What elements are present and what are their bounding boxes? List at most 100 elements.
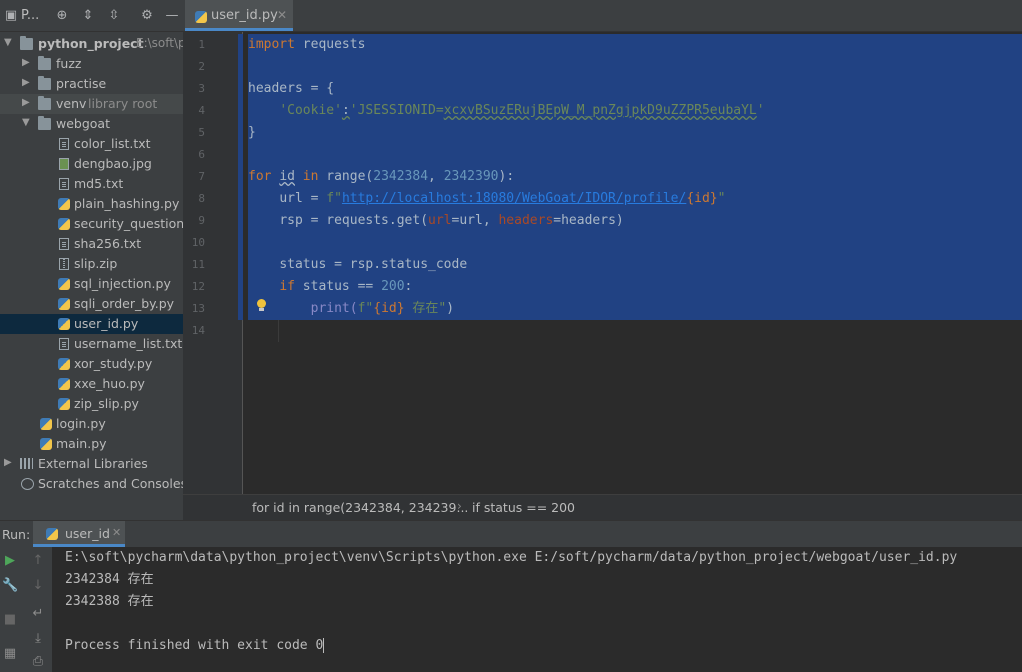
chevron-down-icon[interactable]: ▼ (4, 37, 14, 49)
scroll-up-icon[interactable]: ↑ (30, 553, 46, 569)
url-link[interactable]: http://localhost:18080/WebGoat/IDOR/prof… (342, 191, 686, 206)
tree-item-label: md5.txt (74, 176, 124, 191)
tree-item-label: user_id.py (74, 316, 139, 331)
project-view-icon[interactable]: ▣ (4, 9, 18, 23)
code-line: } (248, 125, 256, 140)
project-tree: ▼ python_project E:\soft\p ▶ fuzz ▶ prac… (0, 32, 183, 520)
tab-user-id-py[interactable]: user_id.py ✕ (185, 0, 293, 31)
param-name: headers (498, 213, 554, 228)
chevron-right-icon[interactable]: ▶ (22, 57, 32, 69)
tree-item-practise[interactable]: ▶ practise (0, 74, 183, 94)
folder-icon (38, 76, 51, 90)
text-file-icon (59, 338, 69, 350)
builtin-call: print( (310, 301, 358, 316)
soft-wrap-icon[interactable]: ↵ (30, 606, 46, 622)
tree-item-file[interactable]: dengbao.jpg (0, 154, 183, 174)
code-text: : (404, 279, 413, 294)
library-icon (20, 458, 33, 469)
code-line: headers = { (248, 81, 335, 96)
chevron-down-icon[interactable]: ▼ (22, 117, 32, 129)
tree-item-scratches[interactable]: Scratches and Consoles (0, 474, 183, 494)
folder-icon (20, 36, 33, 50)
stop-icon[interactable]: ■ (2, 612, 18, 628)
console-line: 2342384 存在 (65, 572, 154, 587)
line-number: 13 (191, 302, 205, 315)
run-console[interactable]: E:\soft\pycharm\data\python_project\venv… (52, 547, 1022, 672)
tree-item-file[interactable]: username_list.txt (0, 334, 183, 354)
tree-item-file[interactable]: sqli_order_by.py (0, 294, 183, 314)
expand-all-icon[interactable]: ⇕ (81, 9, 95, 23)
keyword: if (279, 279, 295, 294)
tree-item-file[interactable]: login.py (0, 414, 183, 434)
code-editor[interactable]: import requests headers = { 'Cookie':'JS… (243, 32, 1022, 494)
tree-item-venv[interactable]: ▶ venv library root (0, 94, 183, 114)
tree-item-file[interactable]: plain_hashing.py (0, 194, 183, 214)
python-file-icon (58, 398, 70, 410)
breadcrumb-item-if[interactable]: if status == 200 (472, 500, 575, 515)
scroll-down-icon[interactable]: ↓ (30, 578, 46, 594)
tree-item-file[interactable]: zip_slip.py (0, 394, 183, 414)
string-literal: " (717, 191, 726, 206)
tree-item-label: External Libraries (38, 456, 148, 471)
tree-item-label: practise (56, 76, 107, 91)
run-tab-label: user_id (65, 526, 110, 541)
tree-item-label: login.py (56, 416, 106, 431)
tree-item-webgoat[interactable]: ▼ webgoat (0, 114, 183, 134)
folder-icon (38, 56, 51, 70)
image-file-icon (59, 158, 69, 170)
print-icon[interactable]: ⎙ (30, 654, 46, 670)
code-line: url = f"http://localhost:18080/WebGoat/I… (248, 188, 725, 210)
hide-panel-icon[interactable]: — (165, 9, 179, 23)
line-number: 9 (198, 214, 205, 227)
python-file-icon (58, 278, 70, 290)
tree-item-file[interactable]: color_list.txt (0, 134, 183, 154)
tree-item-label: dengbao.jpg (74, 156, 152, 171)
code-line: 'Cookie':'JSESSIONID=xcxvBSuzERujBEpW_M_… (248, 100, 764, 122)
scroll-to-end-icon[interactable]: ⤓ (30, 631, 46, 647)
line-number: 6 (198, 148, 205, 161)
settings-gear-icon[interactable]: ⚙ (140, 9, 154, 23)
tree-item-file[interactable]: main.py (0, 434, 183, 454)
close-icon[interactable]: ✕ (277, 8, 287, 22)
keyword: in (302, 169, 319, 184)
line-number: 5 (198, 126, 205, 139)
code-text: range( (326, 169, 374, 184)
tree-item-file[interactable]: md5.txt (0, 174, 183, 194)
python-file-icon (58, 318, 70, 330)
rerun-icon[interactable]: ▶ (2, 553, 18, 569)
console-line: 2342388 存在 (65, 594, 154, 609)
tree-item-file[interactable]: security_question.p (0, 214, 183, 234)
tree-item-file[interactable]: slip.zip (0, 254, 183, 274)
string-literal: 'JSESSIONID= (349, 103, 444, 118)
line-number: 14 (191, 324, 205, 337)
tree-item-file[interactable]: sha256.txt (0, 234, 183, 254)
tree-item-file[interactable]: xor_study.py (0, 354, 183, 374)
close-icon[interactable]: ✕ (112, 526, 121, 539)
tree-item-file-selected[interactable]: user_id.py (0, 314, 183, 334)
line-number: 1 (198, 38, 205, 51)
keyword: for (248, 169, 272, 184)
collapse-all-icon[interactable]: ⇳ (107, 9, 121, 23)
tree-item-fuzz[interactable]: ▶ fuzz (0, 54, 183, 74)
code-text: , (428, 169, 444, 184)
chevron-right-icon[interactable]: ▶ (22, 77, 32, 89)
layout-icon[interactable]: ▦ (2, 646, 18, 662)
chevron-right-icon[interactable]: ▶ (4, 457, 14, 469)
wrench-icon[interactable]: 🔧 (2, 578, 18, 594)
tree-item-file[interactable]: xxe_huo.py (0, 374, 183, 394)
python-file-icon (58, 198, 70, 210)
tab-run-user-id[interactable]: user_id ✕ (33, 521, 125, 547)
tree-item-external-libraries[interactable]: ▶ External Libraries (0, 454, 183, 474)
chevron-right-icon[interactable]: ▶ (22, 97, 32, 109)
line-number: 4 (198, 104, 205, 117)
line-number-gutter: 1 2 3 4 5 6 7 8 9 10 11 12 13 14 (183, 32, 246, 494)
intention-bulb-icon[interactable] (257, 299, 266, 311)
breadcrumb-item-for[interactable]: for id in range(2342384, 234239... (252, 500, 468, 515)
tree-item-file[interactable]: sql_injection.py (0, 274, 183, 294)
project-panel-title[interactable]: P... (21, 8, 39, 23)
tree-item-label: slip.zip (74, 256, 118, 271)
locate-file-icon[interactable]: ⊕ (55, 9, 69, 23)
string-literal: xcxvBSuzERujBEpW_M_pnZgjpkD9uZZPR5eubaYL (443, 103, 757, 118)
code-line: if status == 200: (248, 276, 412, 298)
tree-item-python-project[interactable]: ▼ python_project E:\soft\p (0, 34, 183, 54)
